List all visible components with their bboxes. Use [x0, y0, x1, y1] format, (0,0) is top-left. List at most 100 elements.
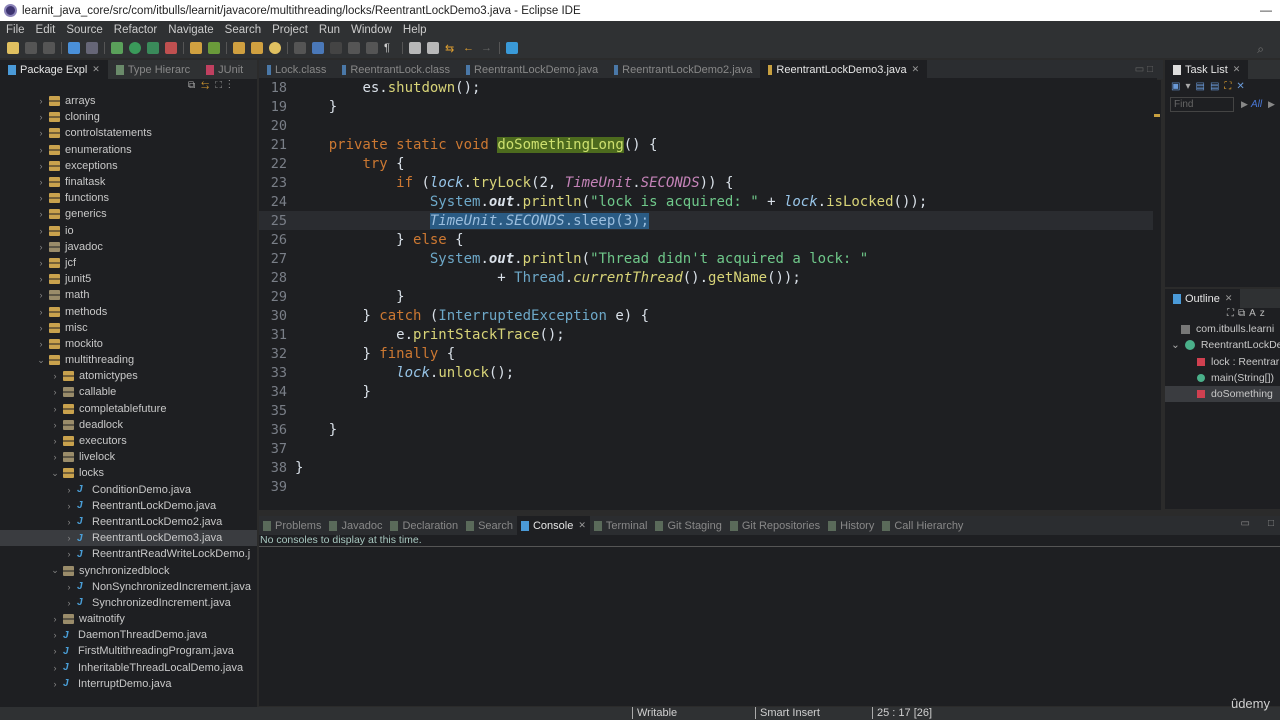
- open-task-icon[interactable]: [251, 42, 263, 54]
- code-line[interactable]: 31 e.printStackTrace();: [259, 325, 1157, 344]
- tab-reentrantlockdemo-java[interactable]: ReentrantLockDemo.java: [458, 60, 606, 79]
- tab-reentrantlockdemo2-java[interactable]: ReentrantLockDemo2.java: [606, 60, 760, 79]
- block-selection-icon[interactable]: [330, 42, 342, 54]
- mark-occurrences-icon[interactable]: [312, 42, 324, 54]
- chevron-right-icon[interactable]: ›: [50, 404, 60, 414]
- play-icon[interactable]: ▶: [1241, 99, 1248, 110]
- tree-file[interactable]: › J FirstMultithreadingProgram.java: [0, 643, 257, 659]
- toggle-breadcrumb-icon[interactable]: [294, 42, 306, 54]
- chevron-right-icon[interactable]: ›: [36, 177, 46, 187]
- tree-file[interactable]: › J ReentrantLockDemo3.java: [0, 530, 257, 547]
- tree-file[interactable]: › J ReentrantLockDemo.java: [0, 498, 257, 514]
- chevron-right-icon[interactable]: ›: [50, 387, 60, 397]
- outline-item[interactable]: lock : Reentrar: [1165, 354, 1279, 370]
- tab-git-repositories[interactable]: Git Repositories: [726, 516, 824, 535]
- chevron-right-icon[interactable]: ›: [50, 630, 60, 640]
- tree-package[interactable]: › math: [0, 287, 257, 303]
- chevron-down-icon[interactable]: ⌄: [50, 565, 60, 576]
- tree-package[interactable]: › methods: [0, 303, 257, 319]
- code-line[interactable]: 35: [259, 401, 1157, 420]
- chevron-right-icon[interactable]: ›: [50, 646, 60, 656]
- code-editor[interactable]: 18 es.shutdown(); 19 } 20 21 private static…: [259, 78, 1157, 510]
- chevron-right-icon[interactable]: ›: [36, 145, 46, 155]
- chevron-right-icon[interactable]: ›: [36, 161, 46, 171]
- tree-file[interactable]: › J InheritableThreadLocalDemo.java: [0, 660, 257, 676]
- close-icon[interactable]: ✕: [92, 64, 100, 75]
- forward-icon[interactable]: →: [481, 42, 493, 54]
- save-icon[interactable]: [25, 42, 37, 54]
- new-class-icon[interactable]: [208, 42, 220, 54]
- tree-package[interactable]: › callable: [0, 384, 257, 400]
- tree-package[interactable]: › exceptions: [0, 158, 257, 174]
- coverage-icon[interactable]: [147, 42, 159, 54]
- tree-package[interactable]: › arrays: [0, 93, 257, 109]
- tab-reentrantlock-class[interactable]: ReentrantLock.class: [334, 60, 458, 79]
- chevron-right-icon[interactable]: ›: [36, 323, 46, 333]
- code-line[interactable]: 23 if (lock.tryLock(2, TimeUnit.SECONDS)…: [259, 173, 1157, 192]
- collapse-all-icon[interactable]: ⧉: [1238, 308, 1249, 319]
- tree-package[interactable]: › waitnotify: [0, 611, 257, 627]
- tree-package[interactable]: › enumerations: [0, 142, 257, 158]
- tab-declaration[interactable]: Declaration: [386, 516, 462, 535]
- tab-package-expl[interactable]: Package Expl ✕: [0, 60, 108, 79]
- tree-package[interactable]: ⌄ locks: [0, 465, 257, 481]
- tab-terminal[interactable]: Terminal: [590, 516, 652, 535]
- code-line[interactable]: 26 } else {: [259, 230, 1157, 249]
- code-line[interactable]: 34 }: [259, 382, 1157, 401]
- menu-edit[interactable]: Edit: [36, 24, 56, 36]
- chevron-right-icon[interactable]: ›: [64, 549, 74, 559]
- close-icon[interactable]: ✕: [1233, 64, 1241, 75]
- code-line[interactable]: 37: [259, 439, 1157, 458]
- tab-search[interactable]: Search: [462, 516, 517, 535]
- chevron-right-icon[interactable]: ›: [36, 112, 46, 122]
- tree-file[interactable]: › J InterruptDemo.java: [0, 676, 257, 692]
- menu-window[interactable]: Window: [351, 24, 392, 36]
- word-wrap-icon[interactable]: [348, 42, 360, 54]
- tree-package[interactable]: › javadoc: [0, 239, 257, 255]
- menu-navigate[interactable]: Navigate: [168, 24, 213, 36]
- chevron-right-icon[interactable]: ›: [36, 242, 46, 252]
- tab-outline[interactable]: Outline ✕: [1165, 289, 1241, 308]
- chevron-right-icon[interactable]: ›: [36, 339, 46, 349]
- close-icon[interactable]: ✕: [912, 64, 920, 75]
- chevron-right-icon[interactable]: ›: [50, 420, 60, 430]
- chevron-right-icon[interactable]: ›: [64, 598, 74, 608]
- open-type-icon[interactable]: [233, 42, 245, 54]
- menu-file[interactable]: File: [6, 24, 25, 36]
- collapse-icon[interactable]: ✕: [1236, 81, 1249, 92]
- perspective-icon[interactable]: [506, 42, 518, 54]
- external-tools-icon[interactable]: [165, 42, 177, 54]
- tab-console[interactable]: Console ✕: [516, 516, 590, 535]
- outline-item[interactable]: doSomething: [1165, 386, 1280, 403]
- minimize-button[interactable]: —: [1260, 3, 1272, 17]
- tree-package[interactable]: › cloning: [0, 109, 257, 125]
- chevron-right-icon[interactable]: ›: [36, 226, 46, 236]
- code-line[interactable]: 20: [259, 116, 1157, 135]
- chevron-right-icon[interactable]: ›: [36, 290, 46, 300]
- chevron-right-icon[interactable]: ›: [36, 128, 46, 138]
- tree-package[interactable]: › executors: [0, 433, 257, 449]
- code-line[interactable]: 19 }: [259, 97, 1157, 116]
- menu-help[interactable]: Help: [403, 24, 427, 36]
- scheduled-icon[interactable]: ▤: [1210, 81, 1224, 92]
- chevron-right-icon[interactable]: ›: [36, 274, 46, 284]
- tree-package[interactable]: ⌄ multithreading: [0, 352, 257, 368]
- outline-item[interactable]: com.itbulls.learni: [1165, 321, 1274, 337]
- sort-icon[interactable]: Az: [1249, 308, 1269, 319]
- view-menu-icon[interactable]: ⋮: [228, 80, 237, 91]
- tab-task-list[interactable]: Task List ✕: [1165, 60, 1249, 79]
- tree-package[interactable]: › controlstatements: [0, 125, 257, 141]
- code-line[interactable]: 29 }: [259, 287, 1157, 306]
- chevron-right-icon[interactable]: ›: [36, 193, 46, 203]
- tree-package[interactable]: › completablefuture: [0, 401, 257, 417]
- tree-file[interactable]: › J ReentrantReadWriteLockDemo.j: [0, 546, 257, 562]
- pilcrow-icon[interactable]: ¶: [384, 42, 396, 54]
- chevron-right-icon[interactable]: ›: [64, 485, 74, 495]
- code-line[interactable]: 22 try {: [259, 154, 1157, 173]
- global-search-icon[interactable]: ⌕: [1257, 42, 1264, 57]
- code-line[interactable]: 30 } catch (InterruptedException e) {: [259, 306, 1157, 325]
- code-line[interactable]: 39: [259, 477, 1157, 496]
- chevron-right-icon[interactable]: ›: [36, 307, 46, 317]
- run-icon[interactable]: [129, 42, 141, 54]
- tab-problems[interactable]: Problems: [259, 516, 325, 535]
